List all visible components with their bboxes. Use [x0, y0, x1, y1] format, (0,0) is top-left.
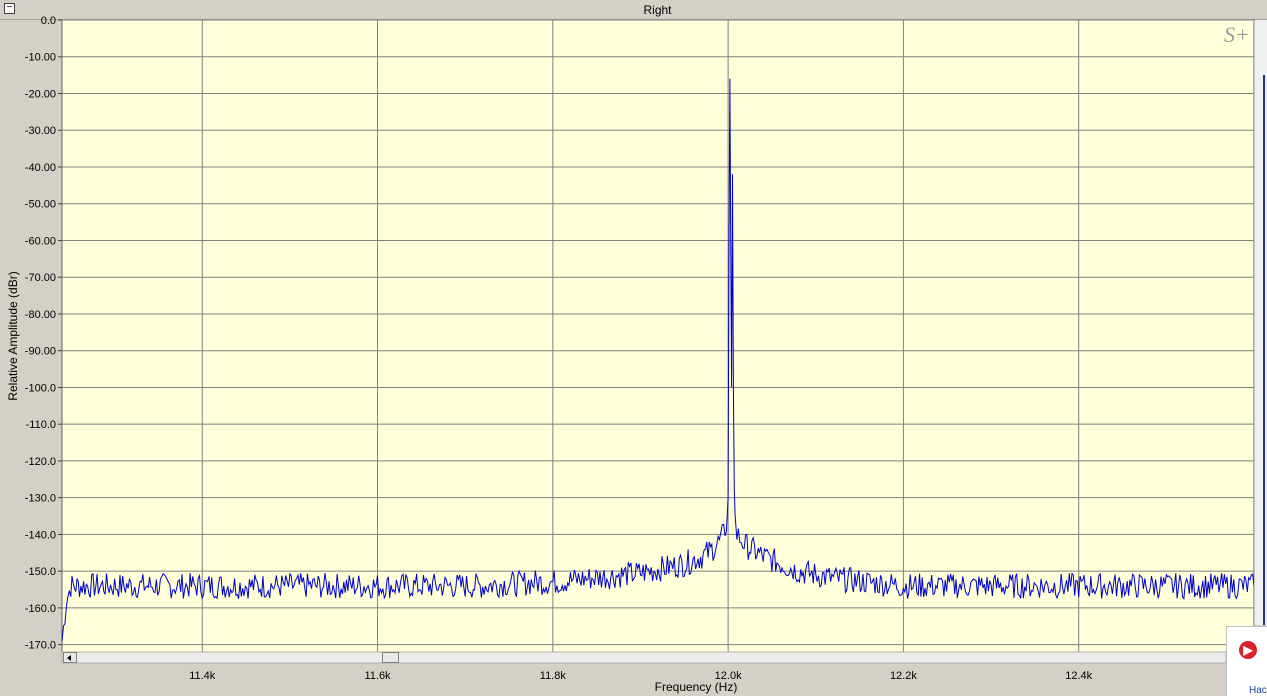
y-axis-label: Relative Amplitude (dBr) — [6, 271, 20, 400]
scroll-thumb[interactable] — [382, 652, 399, 663]
side-panel-text: Hac — [1249, 685, 1267, 696]
right-scroll-strip — [1254, 20, 1267, 625]
x-tick-label: 11.4k — [189, 670, 216, 682]
y-tick-label: 0.0 — [41, 15, 56, 27]
plot-area — [61, 19, 1255, 653]
y-tick-label: -140.0 — [25, 529, 56, 541]
y-tick-label: -120.0 — [25, 456, 56, 468]
side-panel-widget[interactable]: ▶ Hac — [1226, 626, 1267, 696]
play-icon[interactable]: ▶ — [1239, 641, 1257, 659]
y-tick-label: -30.00 — [25, 125, 56, 137]
spectrum-chart: 0.0 -10.00 -20.00 -30.00 -40.00 -50.00 -60.00 -… — [6, 15, 1255, 694]
right-strip-indicator — [1263, 75, 1265, 625]
y-tick-label: -60.00 — [25, 235, 56, 247]
y-tick-label: -150.0 — [25, 566, 56, 578]
horizontal-scrollbar-track[interactable] — [61, 651, 1227, 664]
x-axis-label: Frequency (Hz) — [655, 680, 738, 694]
y-tick-label: -20.00 — [25, 88, 56, 100]
x-tick-label: 11.8k — [540, 670, 567, 682]
y-tick-label: -90.00 — [25, 346, 56, 358]
scroll-left-button[interactable] — [63, 652, 77, 663]
x-tick-label: 12.2k — [890, 670, 917, 682]
y-tick-label: -10.00 — [25, 52, 56, 64]
x-tick-label: 12.4k — [1065, 670, 1092, 682]
s-plus-logo: S+ — [1224, 22, 1250, 47]
y-tick-label: -130.0 — [25, 493, 56, 505]
y-tick-label: -80.00 — [25, 309, 56, 321]
y-tick-label: -70.00 — [25, 272, 56, 284]
y-tick-label: -50.00 — [25, 199, 56, 211]
y-tick-label: -100.0 — [25, 382, 56, 394]
x-tick-labels: 11.4k 11.6k 11.8k 12.0k 12.2k 12.4k — [189, 670, 1092, 682]
y-tick-label: -170.0 — [25, 640, 56, 652]
y-tick-label: -110.0 — [26, 419, 56, 431]
y-tick-label: -160.0 — [25, 603, 56, 615]
x-tick-label: 11.6k — [364, 670, 391, 682]
y-tick-labels: 0.0 -10.00 -20.00 -30.00 -40.00 -50.00 -60.00 -… — [25, 15, 62, 652]
y-tick-label: -40.00 — [25, 162, 56, 174]
